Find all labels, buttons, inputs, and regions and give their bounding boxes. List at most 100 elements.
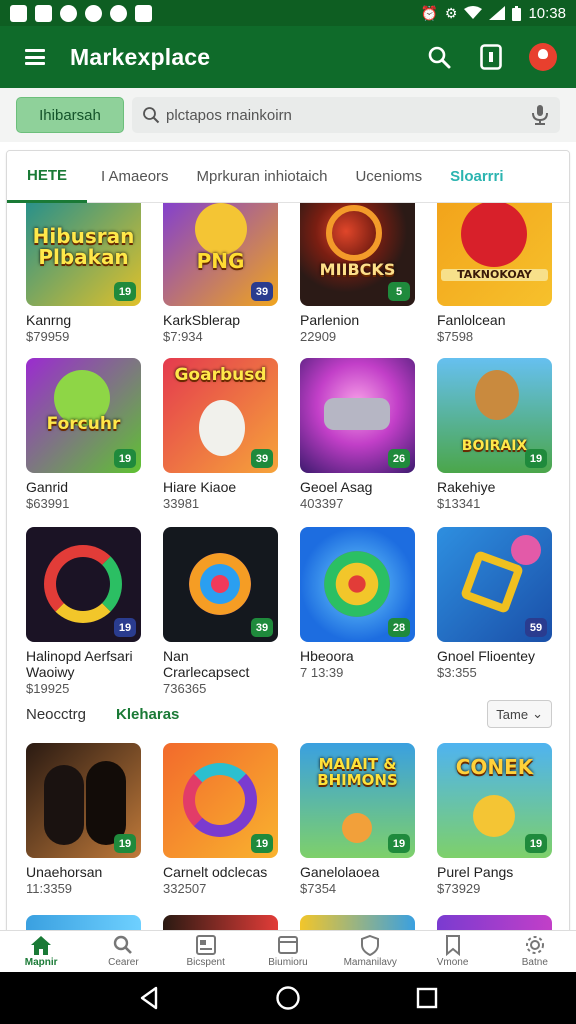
product-tile[interactable]: Forcuhr 19 Ganrid $63991 xyxy=(26,358,141,513)
grid-row-4: 19 Unaehorsan 11:3359 19 Carnelt odcleca… xyxy=(26,743,556,898)
nav-item-1[interactable]: Cearer xyxy=(82,931,164,972)
recents-button[interactable] xyxy=(410,981,444,1015)
section-label: Neocctrg xyxy=(26,705,87,723)
tab-2[interactable]: Mprkuran inhiotaich xyxy=(183,151,342,203)
product-tile[interactable]: MAIAIT & BHIMONS 19 Ganelolaoea $7354 xyxy=(300,743,415,898)
status-time: 10:38 xyxy=(528,4,566,22)
product-tile[interactable]: 39 Nan Crarlecapsect 736365 xyxy=(163,527,278,698)
product-price: $73929 xyxy=(437,881,481,896)
product-thumbnail: TAKNOKOAY xyxy=(437,203,552,306)
nav-item-4[interactable]: Mamanilavy xyxy=(329,931,411,972)
battery-icon xyxy=(512,5,522,21)
rating-badge: 19 xyxy=(114,834,136,853)
rating-badge: 5 xyxy=(388,282,410,301)
product-tile[interactable]: CONEK 19 Purel Pangs $73929 xyxy=(437,743,552,898)
nav-label: Cearer xyxy=(108,957,139,968)
alarm-icon: ⏰ xyxy=(420,5,438,21)
mic-icon xyxy=(532,105,548,125)
search-icon xyxy=(143,107,160,124)
section-header: Neocctrg Kleharas Tame ⌄ xyxy=(26,699,552,729)
product-price: 11:3359 xyxy=(26,881,73,896)
news-icon xyxy=(195,935,216,955)
thumbnail-title-art: MAIAIT & BHIMONS xyxy=(317,754,398,789)
product-tile[interactable]: 19 Halinopd Aerfsari Waoiwy $19925 xyxy=(26,527,141,698)
product-thumbnail: 19 xyxy=(26,527,141,642)
product-price: 22909 xyxy=(300,329,337,344)
product-thumbnail: CONEK 19 xyxy=(437,743,552,858)
thumbnail-title-art: PNG xyxy=(196,248,245,273)
product-thumbnail: Forcuhr 19 xyxy=(26,358,141,473)
nav-item-5[interactable]: Vmone xyxy=(411,931,493,972)
tab-0[interactable]: HETE xyxy=(7,151,88,203)
product-name: Geoel Asag xyxy=(300,479,373,495)
back-icon xyxy=(141,986,158,1010)
nav-item-3[interactable]: Biumioru xyxy=(247,931,329,972)
marketplace-card: HETE I Amaeors Mprkuran inhiotaich Uceni… xyxy=(6,150,570,940)
thumbnail-title-art: MIIBCKS xyxy=(319,260,396,280)
product-price: 33981 xyxy=(163,496,200,511)
status-notification-icons xyxy=(10,4,152,22)
phone-icon xyxy=(480,44,502,70)
bookmark-icon xyxy=(445,935,460,956)
wifi-icon xyxy=(464,6,483,19)
search-button[interactable] xyxy=(424,42,454,72)
product-name: Carnelt odclecas xyxy=(163,864,268,880)
nav-item-0[interactable]: Mapnir xyxy=(0,931,82,972)
nav-item-2[interactable]: Bicspent xyxy=(165,931,247,972)
product-price: $7:934 xyxy=(163,329,203,344)
menu-button[interactable] xyxy=(0,26,70,88)
grid-row-2: Forcuhr 19 Ganrid $63991 Goarbusd 39 Hia… xyxy=(26,358,556,513)
notification-button[interactable] xyxy=(528,42,558,72)
media-icon xyxy=(135,4,152,22)
rating-badge: 19 xyxy=(525,449,547,468)
back-button[interactable] xyxy=(132,981,166,1015)
mic-button[interactable] xyxy=(530,104,550,126)
sort-dropdown[interactable]: Tame ⌄ xyxy=(487,700,552,728)
product-thumbnail: Hibusran Plbakan 19 xyxy=(26,203,141,306)
bottom-navigation: Mapnir Cearer Bicspent Biumioru Mamanila… xyxy=(0,930,576,972)
nav-label: Biumioru xyxy=(268,957,308,968)
product-name: Fanlolcean xyxy=(437,312,506,328)
sim-icon xyxy=(10,4,27,22)
tab-bar: HETE I Amaeors Mprkuran inhiotaich Uceni… xyxy=(7,151,569,203)
nav-label: Vmone xyxy=(436,957,469,968)
product-tile[interactable]: 59 Gnoel Flioentey $3:355 xyxy=(437,527,552,698)
product-tile[interactable]: Hibusran Plbakan 19 Kanrng $79959 xyxy=(26,203,141,346)
product-tile[interactable]: PNG 39 KarkSblerap $7:934 xyxy=(163,203,278,346)
product-tile[interactable]: 28 Hbeoora 7 13:39 xyxy=(300,527,415,698)
product-tile[interactable]: 26 Geoel Asag 403397 xyxy=(300,358,415,513)
tab-3[interactable]: Ucenioms xyxy=(341,151,436,203)
product-price: $79959 xyxy=(26,329,70,344)
product-tile[interactable]: TAKNOKOAY Fanlolcean $7598 xyxy=(437,203,552,346)
mail-icon xyxy=(35,4,52,22)
nav-item-6[interactable]: Batne xyxy=(494,931,576,972)
product-name: Hbeoora xyxy=(300,648,354,664)
search-input[interactable]: plctapos rnainkoirn xyxy=(132,97,560,133)
home-button[interactable] xyxy=(271,981,305,1015)
product-tile[interactable]: BOIRAIX 19 Rakehiye $13341 xyxy=(437,358,552,513)
product-tile[interactable]: MIIBCKS 5 Parlenion 22909 xyxy=(300,203,415,346)
product-tile[interactable]: Goarbusd 39 Hiare Kiaoe 33981 xyxy=(163,358,278,513)
recents-icon xyxy=(416,987,437,1009)
tab-4[interactable]: Sloarrri xyxy=(436,151,517,203)
product-price: 736365 xyxy=(163,681,207,696)
category-chip-button[interactable]: Ihibarsah xyxy=(16,97,124,133)
phone-button[interactable] xyxy=(476,42,506,72)
section-link[interactable]: Kleharas xyxy=(116,706,179,723)
tab-1[interactable]: I Amaeors xyxy=(87,151,183,203)
gear-icon xyxy=(525,936,544,954)
rating-badge: 28 xyxy=(388,618,410,637)
product-name: Nan Crarlecapsect xyxy=(163,648,250,680)
product-price: $13341 xyxy=(437,496,481,511)
nav-label: Mapnir xyxy=(24,957,58,968)
product-tile[interactable]: 19 Unaehorsan 11:3359 xyxy=(26,743,141,898)
rating-badge: 59 xyxy=(525,618,547,637)
product-thumbnail: Goarbusd 39 xyxy=(163,358,278,473)
product-price: 403397 xyxy=(300,496,344,511)
rating-badge: 39 xyxy=(251,282,273,301)
product-tile[interactable]: 19 Carnelt odclecas 332507 xyxy=(163,743,278,898)
product-price: 332507 xyxy=(163,881,207,896)
nav-label: Bicspent xyxy=(186,957,225,968)
menu-icon xyxy=(25,49,45,65)
grid-row-1: Hibusran Plbakan 19 Kanrng $79959 PNG 39… xyxy=(26,203,556,346)
